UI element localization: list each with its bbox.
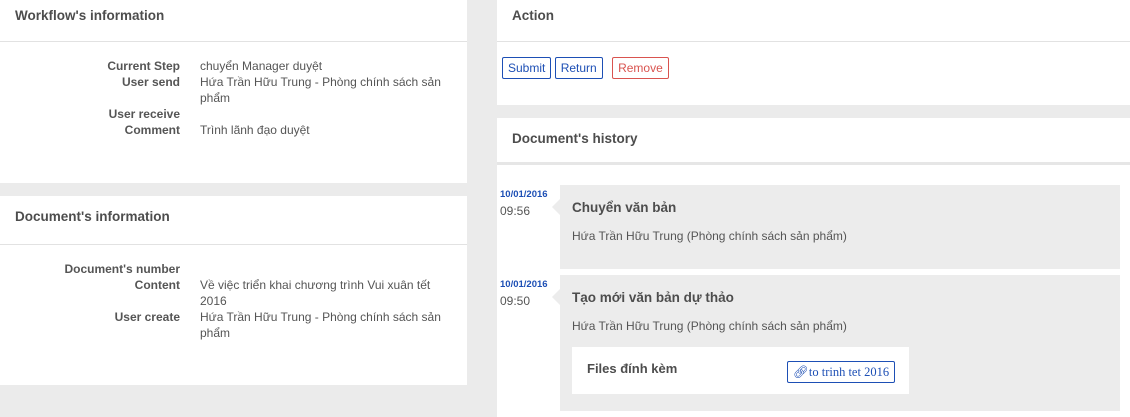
return-button[interactable]: Return: [554, 57, 603, 79]
current-step-row: Current Step chuyển Manager duyệt: [0, 58, 467, 74]
user-receive-label: User receive: [108, 107, 180, 121]
user-create-row: User create Hứa Trần Hữu Trung - Phòng c…: [0, 309, 467, 341]
workflow-info-panel: Workflow's information Current Step chuy…: [0, 0, 467, 183]
user-receive-row: User receive: [0, 106, 467, 122]
action-title: Action: [497, 0, 1130, 42]
action-panel: Action Submit Return Remove: [497, 0, 1130, 105]
document-number-row: Document's number: [0, 261, 467, 277]
history-entry-title: Tạo mới văn bản dự thảo: [572, 290, 734, 305]
user-send-label: User send: [121, 75, 180, 89]
history-entry-user: Hứa Trần Hữu Trung (Phòng chính sách sản…: [572, 319, 847, 333]
document-info-rows: Document's number Content Về việc triển …: [0, 245, 467, 341]
comment-value: Trình lãnh đạo duyệt: [200, 123, 310, 137]
workflow-info-title: Workflow's information: [0, 0, 467, 42]
content-value: Về việc triển khai chương trình Vui xuân…: [200, 278, 431, 308]
history-time: 09:50: [500, 294, 531, 308]
user-create-value: Hứa Trần Hữu Trung - Phòng chính sách sả…: [200, 310, 441, 340]
history-entry: Tạo mới văn bản dự thảo Hứa Trần Hữu Tru…: [552, 275, 1120, 411]
history-entry: Chuyển văn bản Hứa Trần Hữu Trung (Phòng…: [552, 185, 1120, 269]
workflow-info-rows: Current Step chuyển Manager duyệt User s…: [0, 42, 467, 138]
current-step-label: Current Step: [107, 59, 180, 73]
history-time: 09:56: [500, 204, 531, 218]
document-number-value: [180, 261, 455, 277]
attached-files-box: Files đính kèm 🔗︎to trinh tet 2016: [572, 347, 909, 394]
history-date: 10/01/2016: [500, 189, 548, 200]
content-row: Content Về việc triển khai chương trình …: [0, 277, 467, 309]
action-buttons: Submit Return Remove: [497, 42, 1130, 79]
submit-button[interactable]: Submit: [502, 57, 552, 79]
user-receive-value: [180, 106, 455, 122]
user-send-value: Hứa Trần Hữu Trung - Phòng chính sách sả…: [200, 75, 441, 105]
attached-file-link[interactable]: 🔗︎to trinh tet 2016: [787, 361, 896, 383]
current-step-value: chuyển Manager duyệt: [200, 59, 323, 73]
comment-label: Comment: [124, 123, 180, 137]
document-number-label: Document's number: [64, 262, 180, 276]
user-create-label: User create: [114, 310, 180, 324]
remove-button[interactable]: Remove: [612, 57, 669, 79]
content-label: Content: [134, 278, 180, 292]
history-title: Document's history: [497, 118, 1130, 165]
document-info-panel: Document's information Document's number…: [0, 196, 467, 385]
link-icon: 🔗︎: [793, 365, 809, 379]
history-entry-user: Hứa Trần Hữu Trung (Phòng chính sách sản…: [572, 229, 847, 243]
attached-file-name: to trinh tet 2016: [808, 365, 890, 379]
comment-row: Comment Trình lãnh đạo duyệt: [0, 122, 467, 138]
history-date: 10/01/2016: [500, 279, 548, 290]
user-send-row: User send Hứa Trần Hữu Trung - Phòng chí…: [0, 74, 467, 106]
history-entry-title: Chuyển văn bản: [572, 200, 677, 215]
document-info-title: Document's information: [0, 196, 467, 245]
